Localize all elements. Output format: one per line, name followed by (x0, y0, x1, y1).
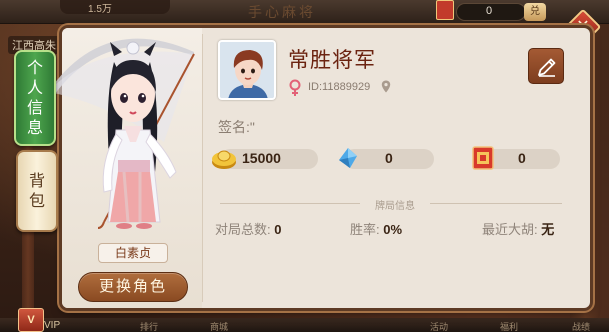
character-illustration (48, 38, 195, 229)
stat-win-rate: 胜率: 0% (350, 219, 402, 238)
bottom-nav-event[interactable]: 活动 (430, 320, 448, 332)
total-games-label: 对局总数: (215, 222, 271, 237)
section-divider-right (430, 203, 562, 204)
pencil-icon (538, 58, 556, 77)
tab-label-char: 个 (26, 58, 43, 77)
edit-profile-button[interactable] (528, 48, 564, 84)
diamond-value: 0 (385, 150, 393, 166)
diamond-icon (339, 148, 357, 168)
tab-label-char: 背 (28, 171, 45, 190)
coin-amount: 1.5万 (88, 4, 112, 15)
avatar[interactable] (218, 40, 276, 100)
recent-hu-value: 无 (541, 222, 555, 237)
player-id: ID:11889929 (308, 81, 371, 93)
avatar-portrait (220, 42, 274, 98)
tab-label-char: 信 (26, 98, 43, 117)
bottom-nav-record[interactable]: 战绩 (572, 320, 590, 332)
score-value: 0 (486, 5, 493, 17)
win-rate-value: 0% (383, 222, 403, 237)
change-character-button[interactable]: 更换角色 (78, 272, 188, 302)
tab-label-char: 人 (26, 78, 43, 97)
player-name: 常胜将军 (288, 49, 376, 72)
win-rate-label: 胜率: (350, 222, 380, 237)
background-title: 手心麻将 (248, 5, 316, 21)
bottom-nav-welfare[interactable]: 福利 (500, 320, 518, 332)
red-card-icon (436, 0, 454, 20)
tab-label-char: 息 (26, 118, 43, 137)
exchange-button[interactable]: 兑 (524, 3, 546, 21)
tab-personal-info[interactable]: 个 人 信 息 (14, 50, 56, 146)
stats-section-title: 牌局信息 (375, 201, 415, 212)
recent-hu-label: 最近大胡: (482, 222, 538, 237)
female-icon (289, 79, 301, 96)
location-pin-icon (381, 80, 391, 93)
coin-pill (60, 0, 170, 14)
vip-badge[interactable]: V (18, 308, 44, 332)
bottom-nav-rank[interactable]: 排行 (140, 320, 158, 332)
tab-backpack[interactable]: 背 包 (16, 150, 58, 232)
stat-recent-hu: 最近大胡: 无 (482, 219, 554, 238)
tab-label-char: 包 (28, 191, 45, 210)
signature-text[interactable]: 签名:" (218, 117, 255, 137)
vip-text: VIP (44, 320, 61, 331)
bottom-nav-shop[interactable]: 商城 (210, 320, 228, 332)
total-games-value: 0 (274, 222, 282, 237)
character-name: 白素贞 (98, 243, 168, 263)
gold-value: 15000 (242, 150, 281, 166)
section-divider-left (220, 203, 360, 204)
red-card-value: 0 (518, 150, 526, 166)
red-card-icon (472, 146, 494, 170)
gold-ingot-icon (212, 150, 236, 169)
stat-total-games: 对局总数: 0 (215, 219, 281, 238)
